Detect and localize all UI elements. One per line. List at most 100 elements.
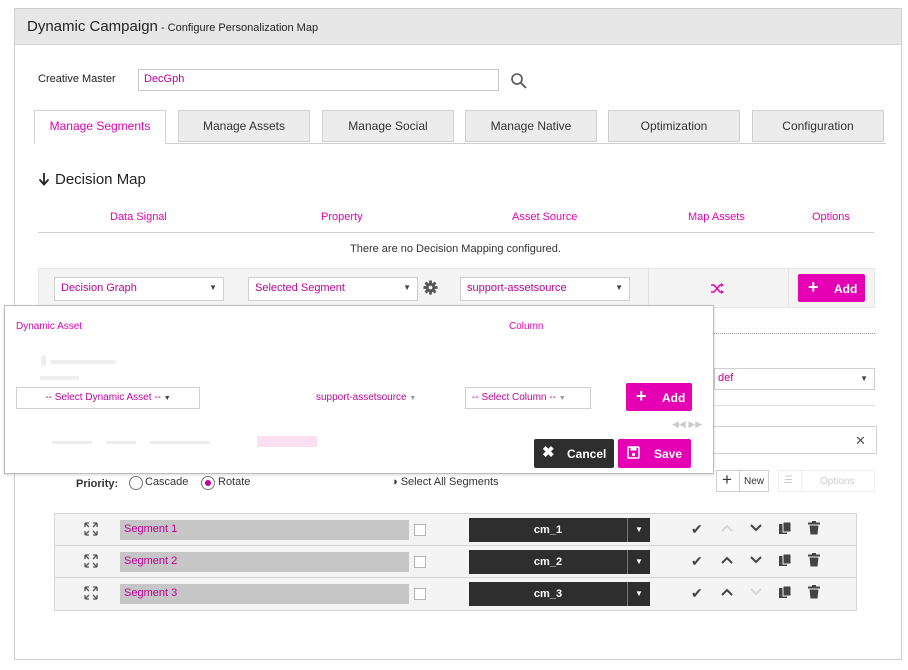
expand-icon[interactable] [84,522,98,536]
pager-arrows-icon[interactable]: ◀◀ ▶▶ [672,419,702,430]
save-button[interactable]: Save [618,439,691,468]
asset-source-select[interactable]: support-assetsource ▼ [460,277,630,301]
expand-icon[interactable] [84,554,98,568]
segment-checkbox[interactable] [414,556,426,568]
check-icon[interactable]: ✔ [691,521,707,537]
creative-select[interactable]: cm_3 ▼ [469,582,650,606]
segment-name[interactable]: Segment 2 [120,552,409,572]
col-options: Options [812,211,850,223]
popup-add-button[interactable]: + Add [626,383,692,411]
tab-manage-social[interactable]: Manage Social [322,110,454,142]
floppy-disk-icon [627,446,640,459]
plus-icon: + [722,470,732,489]
creative-value: cm_1 [533,524,563,536]
tab-manage-segments[interactable]: Manage Segments [34,110,166,144]
radio-dot [205,480,211,486]
trash-icon[interactable] [807,553,823,569]
caret-down-icon: ▼ [403,283,411,292]
creative-select[interactable]: cm_2 ▼ [469,550,650,574]
popup-asset-source-select[interactable]: support-assetsource ▼ [309,387,435,409]
add-label: Add [834,282,858,296]
column-select[interactable]: -- Select Column -- ▼ [465,387,591,409]
chevron-up-icon[interactable] [720,553,736,569]
options-button[interactable]: ☰ Options [778,470,875,492]
tab-configuration[interactable]: Configuration [752,110,884,142]
caret-down-icon: ▼ [627,550,650,574]
copy-icon[interactable] [778,521,794,537]
data-signal-select[interactable]: Decision Graph ▼ [54,277,224,301]
plus-icon: + [808,277,819,297]
cascade-radio[interactable] [129,476,143,490]
close-icon: ✖ [542,444,555,461]
select-all-segments[interactable]: ◑ Select All Segments [391,476,499,488]
caret-down-icon: ▼ [627,518,650,542]
property-select[interactable]: Selected Segment ▼ [248,277,418,301]
divider [714,405,875,406]
def-select[interactable]: def ▼ [714,368,875,390]
search-icon[interactable] [510,72,528,90]
dynamic-asset-select-value: -- Select Dynamic Asset -- [45,392,161,403]
chevron-down-icon[interactable] [749,521,765,537]
expand-icon[interactable] [84,586,98,600]
divider [739,471,740,491]
copy-icon[interactable] [778,585,794,601]
caret-down-icon: ▼ [209,283,217,292]
segment-name[interactable]: Segment 3 [120,584,409,604]
priority-label: Priority: [76,478,119,490]
page-title: Dynamic Campaign [27,18,158,35]
page-subtitle: - Configure Personalization Map [157,22,319,34]
table-row: Segment 2 cm_2 ▼ ✔ [55,546,856,578]
chevron-up-icon[interactable] [720,585,736,601]
def-select-value: def [718,372,734,384]
copy-icon[interactable] [778,553,794,569]
select-all-label: Select All Segments [400,476,499,488]
col-asset-source: Asset Source [512,211,578,223]
property-value: Selected Segment [255,282,345,294]
col-data-signal: Data Signal [110,211,167,223]
divider [801,471,802,491]
caret-down-icon: ▼ [615,283,623,292]
check-icon[interactable]: ✔ [691,553,707,569]
new-segment-button[interactable]: + New [716,470,769,492]
add-decision-button[interactable]: + Add [798,274,865,302]
table-row: Segment 3 cm_3 ▼ ✔ [55,578,856,610]
empty-message: There are no Decision Mapping configured… [350,243,561,255]
column-label: Column [509,321,544,332]
dotted-divider [714,333,875,334]
shuffle-icon[interactable] [711,283,724,294]
dynamic-asset-select[interactable]: -- Select Dynamic Asset -- ▼ [16,387,200,409]
panel-header: Dynamic Campaign - Configure Personaliza… [15,9,901,45]
tab-manage-native[interactable]: Manage Native [465,110,597,142]
creative-master-input[interactable]: DecGph [138,69,499,91]
segment-checkbox[interactable] [414,524,426,536]
creative-select[interactable]: cm_1 ▼ [469,518,650,542]
options-label: Options [820,476,855,487]
caret-down-icon: ▼ [558,395,566,402]
arrow-down-icon[interactable] [38,172,50,186]
rotate-radio[interactable] [201,476,215,490]
chevron-down-icon[interactable] [749,553,765,569]
segment-search-input[interactable] [714,426,877,454]
plus-icon: + [636,386,647,406]
chevron-down-icon[interactable] [749,585,765,601]
header-divider [38,232,874,233]
col-property: Property [321,211,363,223]
dynamic-asset-label: Dynamic Asset [16,321,83,332]
cell-divider [788,268,789,306]
trash-icon[interactable] [807,521,823,537]
cancel-label: Cancel [567,447,607,461]
tab-manage-assets[interactable]: Manage Assets [178,110,310,142]
cancel-button[interactable]: ✖ Cancel [534,439,614,468]
tab-optimization[interactable]: Optimization [608,110,740,142]
gear-icon[interactable] [423,280,438,295]
close-icon[interactable]: ✕ [855,433,866,449]
column-select-value: -- Select Column -- [472,392,556,403]
segment-checkbox[interactable] [414,588,426,600]
popup-asset-source-value: support-assetsource [316,392,407,403]
segment-table: Segment 1 cm_1 ▼ ✔ Segment 2 cm_2 ▼ ✔ Segm… [54,513,857,611]
popup-add-label: Add [662,391,686,405]
segment-name[interactable]: Segment 1 [120,520,409,540]
check-icon[interactable]: ✔ [691,585,707,601]
trash-icon[interactable] [807,585,823,601]
chevron-up-icon[interactable] [720,521,736,537]
